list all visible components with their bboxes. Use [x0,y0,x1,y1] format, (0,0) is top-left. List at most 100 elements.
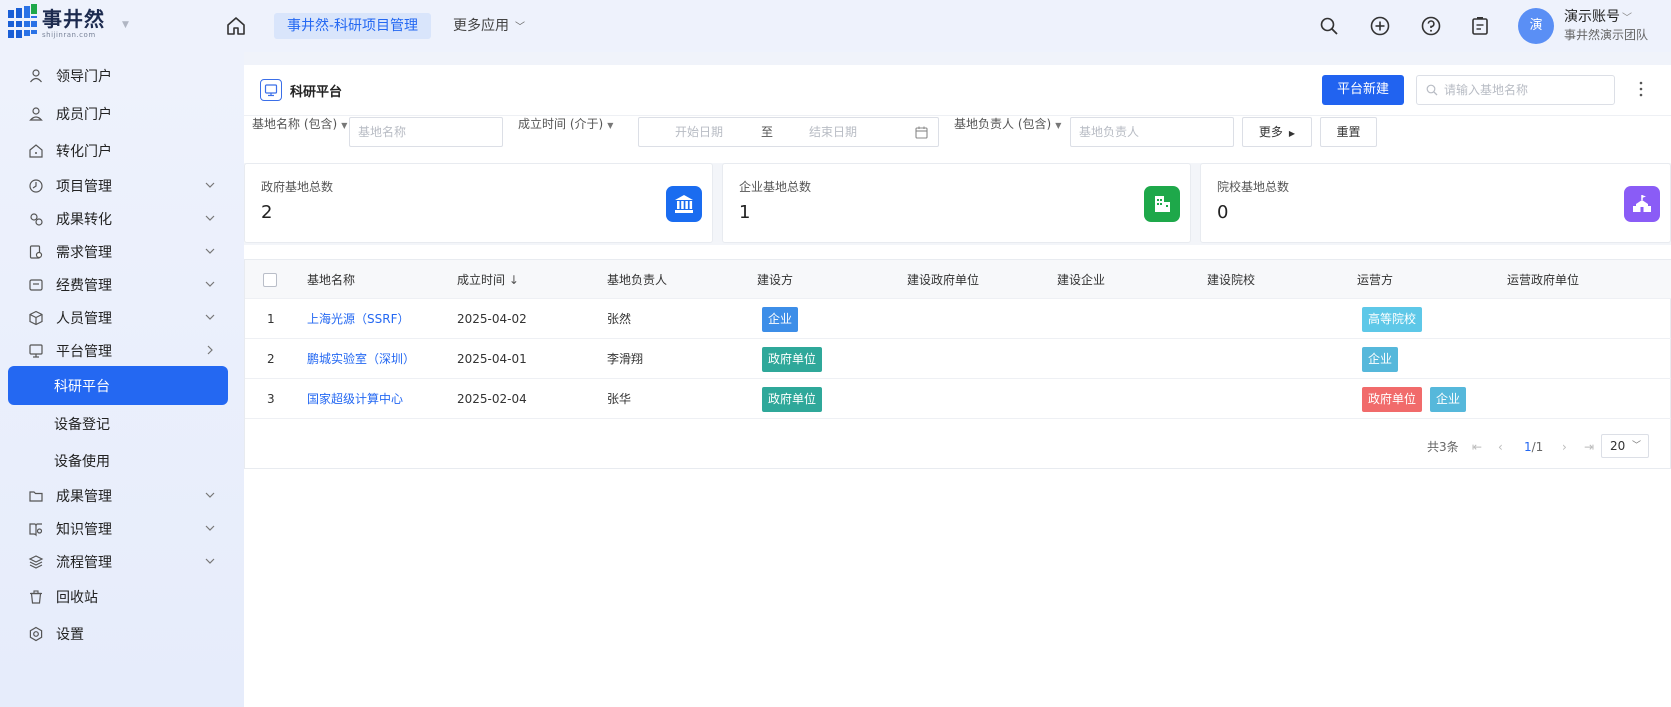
school-building-icon [1624,186,1660,222]
filter-date-label[interactable]: 成立时间 (介于) ▼ [518,109,613,139]
avatar[interactable]: 演 [1518,8,1554,44]
column-header[interactable]: 建设企业 [1057,260,1105,300]
trash-icon [28,589,44,605]
builder-tag: 政府单位 [762,387,823,412]
search-input[interactable] [1444,83,1604,97]
sidebar-item[interactable]: 科研平台 [8,366,228,405]
page-indicator[interactable]: 1/1 [1524,436,1543,458]
sort-desc-icon[interactable]: ↓ [509,273,519,287]
brand-domain: shijinran.com [42,30,96,39]
sidebar-item[interactable]: 设置 [8,614,228,653]
table-row[interactable]: 3 国家超级计算中心 2025-02-04 张华 政府单位 政府单位 企业 [245,379,1671,419]
column-header[interactable]: 基地名称 [307,260,355,300]
page-size-select[interactable]: 20 ﹀ [1601,434,1649,458]
sidebar-item[interactable]: 设备使用 [8,441,228,480]
new-platform-button[interactable]: 平台新建 [1322,75,1404,105]
sidebar-item-label: 成果转化 [56,211,112,228]
funds-icon [28,277,44,293]
logo-icon [8,4,37,38]
sidebar-item[interactable]: 平台管理 [8,331,228,370]
sidebar-item-label: 人员管理 [56,310,112,327]
government-building-icon [666,186,702,222]
more-apps-menu[interactable]: 更多应用 ﹀ [453,13,525,39]
reset-button[interactable]: 重置 [1320,117,1377,147]
table-row[interactable]: 2 鹏城实验室（深圳） 2025-04-01 李滑翔 政府单位 企业 [245,339,1671,379]
sidebar-item-label: 流程管理 [56,554,112,571]
column-header[interactable]: 基地负责人 [607,260,667,300]
people-icon [28,310,44,326]
sidebar-item[interactable]: 流程管理 [8,542,228,581]
search-icon[interactable] [1318,15,1340,37]
account-name-text: 演示账号 [1564,9,1620,25]
sidebar-item[interactable]: 回收站 [8,577,228,616]
add-circle-icon[interactable] [1369,15,1391,37]
next-page-icon[interactable]: › [1562,436,1567,458]
more-apps-label: 更多应用 [453,18,509,34]
base-name-link[interactable]: 鹏城实验室（深圳） [307,339,415,379]
last-page-icon[interactable]: ⇥ [1584,436,1594,458]
brand-caret-icon[interactable]: ▼ [122,20,129,30]
sidebar-item-label: 设备使用 [54,453,110,470]
prev-page-icon[interactable]: ‹ [1498,436,1503,458]
app-tab-research[interactable]: 事井然-科研项目管理 [274,13,432,39]
sidebar-item[interactable]: 成员门户 [8,94,228,133]
platform-monitor-icon [260,79,282,101]
established-date: 2025-02-04 [457,392,527,406]
operator-tag: 政府单位 [1362,387,1423,412]
stat-card-enterprise: 企业基地总数 1 [722,163,1191,243]
account-team: 事井然演示团队 [1564,28,1649,42]
filter-date-label-text: 成立时间 (介于) [518,117,604,131]
date-separator: 至 [761,125,774,139]
filter-name-input[interactable]: 基地名称 [349,117,503,147]
total-pages: /1 [1531,440,1544,454]
help-icon[interactable] [1420,15,1442,37]
first-page-icon[interactable]: ⇤ [1472,436,1482,458]
date-end[interactable]: 结束日期 [809,118,857,146]
filter-leader-label[interactable]: 基地负责人 (包含) ▼ [954,109,1061,139]
more-filters-button[interactable]: 更多 ▶ [1242,117,1312,147]
date-range-picker[interactable]: 开始日期 至 结束日期 [638,117,939,147]
task-list-icon[interactable] [1469,15,1491,37]
base-name-link[interactable]: 上海光源（SSRF） [307,299,409,339]
brand-logo[interactable]: 事井然 shijinran.com [8,4,105,42]
caret-down-icon: ▼ [1055,121,1062,130]
select-all-checkbox[interactable] [263,273,277,287]
sidebar-item[interactable]: 设备登记 [8,404,228,443]
caret-right-icon: ▶ [1288,129,1296,138]
chevron-down-icon [205,525,215,531]
column-header[interactable]: 运营政府单位 [1507,260,1579,300]
stat-card-school: 院校基地总数 0 [1200,163,1671,243]
more-filters-label: 更多 [1258,125,1283,139]
chevron-down-icon [205,215,215,221]
achievement-transform-icon [28,211,44,227]
stat-value: 2 [261,202,273,223]
sidebar-item-label: 成员门户 [56,106,112,123]
sidebar-item-label: 平台管理 [56,343,112,360]
settings-icon [28,626,44,642]
sidebar-item[interactable]: 转化门户 [8,131,228,170]
established-date: 2025-04-02 [457,312,527,326]
account-name[interactable]: 演示账号 ﹀ [1564,6,1632,26]
base-name-link[interactable]: 国家超级计算中心 [307,379,403,419]
top-bar: 事井然 shijinran.com ▼ 事井然-科研项目管理 更多应用 ﹀ 演 演… [0,0,1671,52]
leader-icon [28,68,44,84]
date-start[interactable]: 开始日期 [675,118,723,146]
filter-name-label[interactable]: 基地名称 (包含) ▼ [252,109,347,139]
row-index: 1 [267,312,275,326]
column-header[interactable]: 建设方 [757,260,793,300]
column-header[interactable]: 建设政府单位 [907,260,979,300]
pagination-total: 共3条 [1427,440,1459,454]
table-row[interactable]: 1 上海光源（SSRF） 2025-04-02 张然 企业 高等院校 [245,299,1671,339]
column-header[interactable]: 建设院校 [1207,260,1255,300]
chevron-down-icon: ﹀ [515,22,525,33]
filter-leader-input[interactable]: 基地负责人 [1070,117,1234,147]
platform-search[interactable] [1416,75,1615,105]
column-header-sortable[interactable]: 成立时间 ↓ [457,260,519,300]
stat-label: 政府基地总数 [261,180,334,194]
column-header[interactable]: 运营方 [1357,260,1393,300]
stat-value: 0 [1217,202,1229,223]
more-options-icon[interactable] [1634,79,1648,99]
home-icon[interactable] [225,15,247,37]
stats-row: 政府基地总数 2 企业基地总数 1 院校基地总数 0 [244,163,1671,245]
sidebar-item[interactable]: 领导门户 [8,56,228,95]
